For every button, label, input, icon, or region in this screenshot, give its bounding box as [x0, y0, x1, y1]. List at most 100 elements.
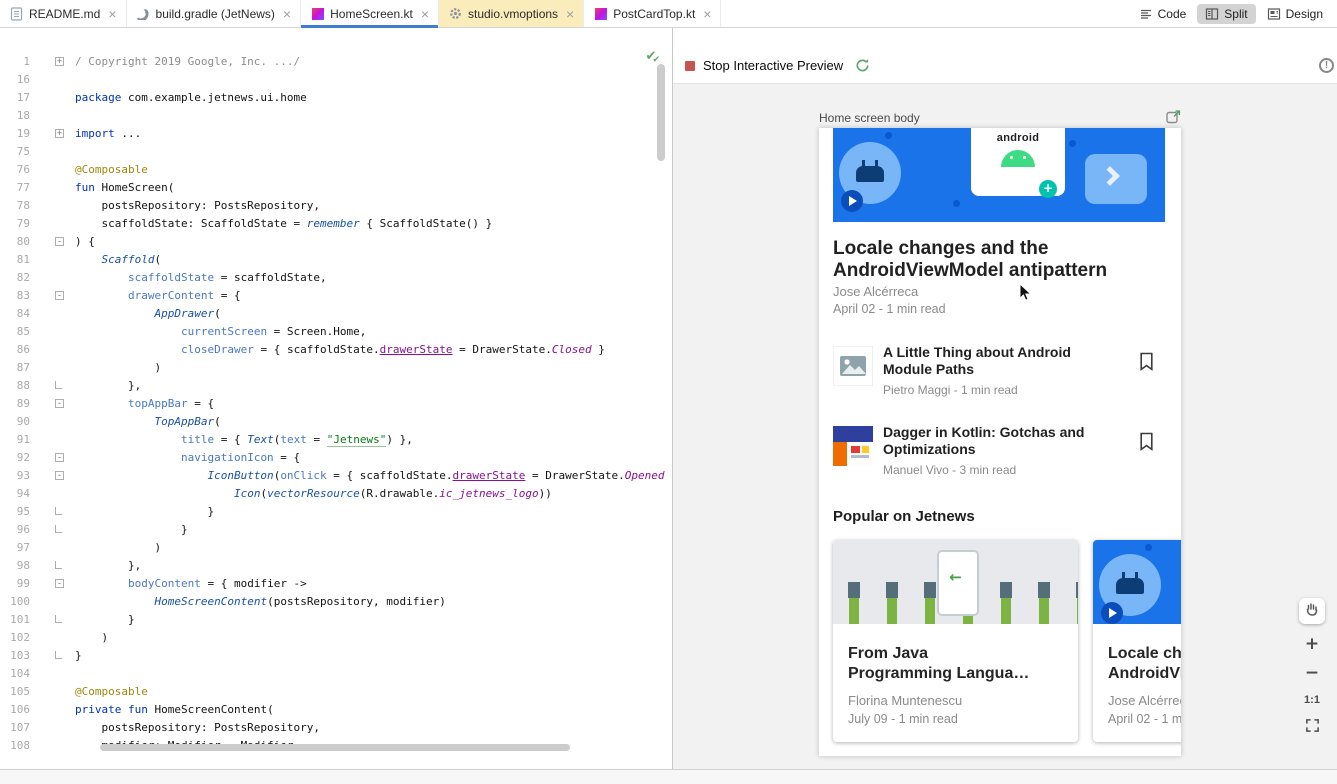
- article-list-item[interactable]: A Little Thing about AndroidModule Paths…: [833, 344, 1167, 416]
- fold-minus-icon[interactable]: -: [55, 291, 64, 300]
- fold-minus-icon[interactable]: -: [55, 453, 64, 462]
- code-line[interactable]: 88 },: [0, 377, 672, 395]
- article-list-item[interactable]: Dagger in Kotlin: Gotchas andOptimizatio…: [833, 424, 1167, 496]
- close-icon[interactable]: ×: [283, 7, 291, 21]
- editor-tab-homescreen.kt[interactable]: HomeScreen.kt×: [301, 0, 439, 27]
- code-line[interactable]: 17package com.example.jetnews.ui.home: [0, 89, 672, 107]
- zoom-to-fit-button[interactable]: [1305, 718, 1320, 738]
- code-line[interactable]: 86 closeDrawer = { scaffoldState.drawerS…: [0, 341, 672, 359]
- code-line[interactable]: 85 currentScreen = Screen.Home,: [0, 323, 672, 341]
- bookmark-icon[interactable]: [1139, 432, 1154, 456]
- fold-minus-icon[interactable]: -: [55, 579, 64, 588]
- line-number[interactable]: 87: [0, 359, 30, 377]
- code-line[interactable]: 93- IconButton(onClick = { scaffoldState…: [0, 467, 672, 485]
- fold-plus-icon[interactable]: +: [55, 57, 64, 66]
- editor-tab-build.gradle-jetnews-[interactable]: build.gradle (JetNews)×: [127, 0, 302, 27]
- code-line[interactable]: 80-) {: [0, 233, 672, 251]
- code-line[interactable]: 100 HomeScreenContent(postsRepository, m…: [0, 593, 672, 611]
- code-line[interactable]: 90 TopAppBar(: [0, 413, 672, 431]
- editor-horizontal-scrollbar[interactable]: [100, 744, 570, 751]
- line-number[interactable]: 88: [0, 377, 30, 395]
- line-number[interactable]: 82: [0, 269, 30, 287]
- stop-interactive-preview-button[interactable]: Stop Interactive Preview: [685, 58, 870, 73]
- code-line[interactable]: 77fun HomeScreen(: [0, 179, 672, 197]
- line-number[interactable]: 80: [0, 233, 30, 251]
- inspections-ok-icon[interactable]: ✔✔: [646, 50, 664, 65]
- code-line[interactable]: 104: [0, 665, 672, 683]
- editor-tab-postcardtop.kt[interactable]: PostCardTop.kt×: [584, 0, 721, 27]
- fold-end-icon[interactable]: [55, 615, 62, 623]
- code-line[interactable]: 106private fun HomeScreenContent(: [0, 701, 672, 719]
- code-line[interactable]: 82 scaffoldState = scaffoldState,: [0, 269, 672, 287]
- line-number[interactable]: 95: [0, 503, 30, 521]
- code-line[interactable]: 84 AppDrawer(: [0, 305, 672, 323]
- editor-tab-readme.md[interactable]: README.md×: [0, 0, 127, 27]
- code-line[interactable]: 81 Scaffold(: [0, 251, 672, 269]
- line-number[interactable]: 76: [0, 161, 30, 179]
- refresh-icon[interactable]: [855, 58, 870, 73]
- code-line[interactable]: 76@Composable: [0, 161, 672, 179]
- fold-end-icon[interactable]: [55, 561, 62, 569]
- view-mode-code[interactable]: Code: [1131, 4, 1195, 24]
- line-number[interactable]: 19: [0, 125, 30, 143]
- fold-end-icon[interactable]: [55, 651, 62, 659]
- popular-card[interactable]: From JavaProgramming Langua…Florina Munt…: [833, 540, 1078, 742]
- line-number[interactable]: 100: [0, 593, 30, 611]
- code-line[interactable]: 103}: [0, 647, 672, 665]
- line-number[interactable]: 104: [0, 665, 30, 683]
- line-number[interactable]: 108: [0, 737, 30, 755]
- code-line[interactable]: 95 }: [0, 503, 672, 521]
- fold-end-icon[interactable]: [55, 381, 62, 389]
- view-mode-design[interactable]: Design: [1259, 4, 1331, 24]
- view-mode-split[interactable]: Split: [1197, 4, 1255, 24]
- hero-article-image[interactable]: android+: [833, 128, 1165, 222]
- line-number[interactable]: 93: [0, 467, 30, 485]
- line-number[interactable]: 90: [0, 413, 30, 431]
- line-number[interactable]: 81: [0, 251, 30, 269]
- fold-minus-icon[interactable]: -: [55, 471, 64, 480]
- line-number[interactable]: 84: [0, 305, 30, 323]
- run-preview-icon[interactable]: [1166, 109, 1181, 127]
- code-line[interactable]: 92- navigationIcon = {: [0, 449, 672, 467]
- line-number[interactable]: 85: [0, 323, 30, 341]
- issues-info-icon[interactable]: !: [1319, 58, 1334, 73]
- popular-card[interactable]: android+Locale changes and theAndroidVie…: [1093, 540, 1181, 742]
- close-icon[interactable]: ×: [421, 7, 429, 21]
- close-icon[interactable]: ×: [566, 7, 574, 21]
- code-line[interactable]: 98 },: [0, 557, 672, 575]
- fold-minus-icon[interactable]: -: [55, 237, 64, 246]
- zoom-actual-size-button[interactable]: 1:1: [1304, 694, 1320, 706]
- code-line[interactable]: 107 postsRepository: PostsRepository,: [0, 719, 672, 737]
- code-line[interactable]: 78 postsRepository: PostsRepository,: [0, 197, 672, 215]
- line-number[interactable]: 78: [0, 197, 30, 215]
- line-number[interactable]: 16: [0, 71, 30, 89]
- fold-minus-icon[interactable]: -: [55, 399, 64, 408]
- line-number[interactable]: 94: [0, 485, 30, 503]
- code-line[interactable]: 97 ): [0, 539, 672, 557]
- line-number[interactable]: 96: [0, 521, 30, 539]
- code-line[interactable]: 102 ): [0, 629, 672, 647]
- line-number[interactable]: 17: [0, 89, 30, 107]
- line-number[interactable]: 1: [0, 53, 30, 71]
- line-number[interactable]: 83: [0, 287, 30, 305]
- fold-end-icon[interactable]: [55, 525, 62, 533]
- line-number[interactable]: 89: [0, 395, 30, 413]
- line-number[interactable]: 77: [0, 179, 30, 197]
- editor-vertical-scrollbar[interactable]: [657, 64, 665, 161]
- code-line[interactable]: 18: [0, 107, 672, 125]
- line-number[interactable]: 91: [0, 431, 30, 449]
- line-number[interactable]: 105: [0, 683, 30, 701]
- bookmark-icon[interactable]: [1139, 352, 1154, 376]
- line-number[interactable]: 86: [0, 341, 30, 359]
- line-number[interactable]: 107: [0, 719, 30, 737]
- line-number[interactable]: 18: [0, 107, 30, 125]
- code-line[interactable]: 87 ): [0, 359, 672, 377]
- code-line[interactable]: 91 title = { Text(text = "Jetnews") },: [0, 431, 672, 449]
- line-number[interactable]: 92: [0, 449, 30, 467]
- line-number[interactable]: 106: [0, 701, 30, 719]
- line-number[interactable]: 101: [0, 611, 30, 629]
- line-number[interactable]: 75: [0, 143, 30, 161]
- code-line[interactable]: 1+/ Copyright 2019 Google, Inc. .../: [0, 53, 672, 71]
- hero-article-title[interactable]: Locale changes and the AndroidViewModel …: [833, 238, 1107, 282]
- code-line[interactable]: 101 }: [0, 611, 672, 629]
